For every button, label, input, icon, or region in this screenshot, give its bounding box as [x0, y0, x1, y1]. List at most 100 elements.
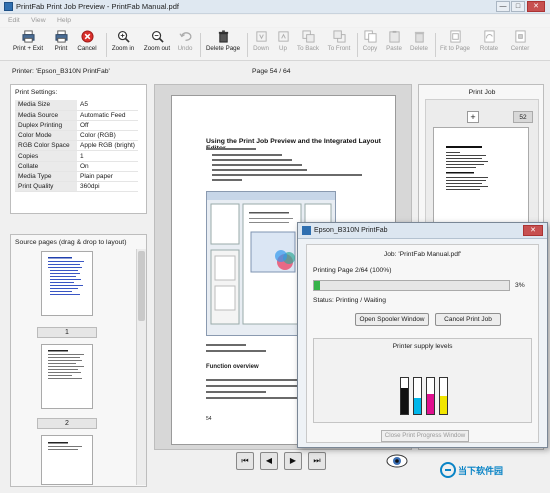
app-icon	[4, 2, 13, 11]
menu-help[interactable]: Help	[57, 17, 71, 24]
source-pages-panel: Source pages (drag & drop to layout) 1 2	[10, 234, 147, 487]
print-job-header: Print Job	[468, 89, 496, 96]
cancel-icon	[80, 30, 94, 43]
source-page-thumbnail[interactable]	[41, 251, 93, 316]
page-thumbnail-image	[48, 442, 82, 450]
center-icon	[514, 30, 526, 43]
delete-button[interactable]: Delete	[407, 30, 431, 59]
ink-level-fill	[440, 396, 447, 414]
printer-icon	[54, 30, 68, 43]
undo-button[interactable]: Undo	[174, 30, 196, 59]
add-page-button[interactable]: +	[467, 111, 479, 123]
ink-black	[400, 377, 409, 415]
page-number: 54	[206, 416, 212, 422]
cancel-print-job-button[interactable]: Cancel Print Job	[435, 313, 501, 326]
move-up-icon	[277, 31, 289, 42]
source-page-number: 1	[37, 327, 97, 338]
close-progress-window-button[interactable]: Close Print Progress Window	[381, 430, 469, 442]
printer-supply-box: Printer supply levels	[313, 338, 532, 423]
table-row: Media Source Automatic Feed	[15, 110, 138, 121]
maximize-button[interactable]: □	[511, 1, 525, 12]
job-name: Job: 'PrintFab Manual.pdf'	[383, 251, 462, 258]
open-spooler-button[interactable]: Open Spooler Window	[355, 313, 429, 326]
eye-icon[interactable]	[386, 452, 408, 470]
dialog-close-button[interactable]: ✕	[523, 225, 543, 236]
printing-status: Printing Page 2/64 (100%)	[313, 267, 392, 274]
previous-icon: ◀	[265, 456, 273, 465]
next-icon: ▶	[289, 456, 297, 465]
print-progress-dialog: Epson_B310N PrintFab ✕ Job: 'PrintFab Ma…	[297, 222, 548, 448]
minimize-button[interactable]: —	[496, 1, 510, 12]
progress-fill	[314, 281, 320, 290]
rotate-button[interactable]: Rotate	[476, 30, 502, 59]
to-front-button[interactable]: To Front	[324, 30, 354, 59]
ink-level-fill	[427, 394, 434, 414]
job-page-badge: 52	[513, 111, 533, 123]
toolbar: Print + Exit Print Cancel Zoom in Zoom o…	[0, 28, 550, 61]
menu-bar: Edit View Help	[0, 15, 550, 27]
zoom-out-button[interactable]: Zoom out	[142, 30, 172, 59]
page-thumbnail-image	[446, 146, 488, 190]
watermark-logo: 当下软件园	[440, 450, 546, 490]
print-button[interactable]: Print	[50, 30, 72, 59]
delete-page-button[interactable]: Delete Page	[203, 30, 243, 59]
watermark-icon	[440, 462, 456, 478]
window-title: PrintFab Print Job Preview - PrintFab Ma…	[16, 2, 179, 11]
down-button[interactable]: Down	[250, 30, 272, 59]
table-row: RGB Color Space Apple RGB (bright)	[15, 140, 138, 152]
source-page-number: 2	[37, 418, 97, 429]
printer-icon	[21, 30, 35, 43]
section-heading: Function overview	[206, 364, 259, 370]
print-settings-panel: Print Settings: Media Size A5 Media Sourc…	[10, 84, 147, 214]
supply-header: Printer supply levels	[392, 343, 453, 350]
zoom-in-icon	[117, 30, 130, 43]
dialog-title: Epson_B310N PrintFab	[314, 227, 388, 234]
table-row: Color Mode Color (RGB)	[15, 130, 138, 142]
print-settings-table: Media Size A5 Media Source Automatic Feed …	[15, 100, 138, 193]
next-page-button[interactable]: ▶	[284, 452, 302, 470]
printer-label: Printer: 'Epson_B310N PrintFab'	[12, 68, 110, 75]
ink-yellow	[439, 377, 448, 415]
ink-level-fill	[401, 388, 408, 414]
rotate-icon	[483, 30, 495, 43]
fit-to-page-button[interactable]: Fit to Page	[438, 30, 472, 59]
menu-edit[interactable]: Edit	[8, 17, 20, 24]
page-thumbnail-image	[48, 257, 84, 295]
print-exit-button[interactable]: Print + Exit	[10, 30, 46, 59]
source-page-thumbnail[interactable]	[41, 344, 93, 409]
table-row: Media Size A5	[15, 100, 138, 111]
zoom-out-icon	[151, 30, 164, 43]
close-window-button[interactable]: ✕	[527, 1, 545, 12]
zoom-in-button[interactable]: Zoom in	[110, 30, 136, 59]
last-page-button[interactable]: ⏭	[308, 452, 326, 470]
first-page-button[interactable]: ⏮	[236, 452, 254, 470]
first-page-icon: ⏮	[241, 456, 249, 465]
table-row: Copies 1	[15, 150, 138, 162]
job-status: Status: Printing / Waiting	[313, 297, 386, 304]
bring-to-front-icon	[332, 30, 346, 43]
cancel-button[interactable]: Cancel	[75, 30, 99, 59]
paste-button[interactable]: Paste	[383, 30, 405, 59]
dialog-title-bar: Epson_B310N PrintFab ✕	[298, 223, 547, 239]
move-down-icon	[255, 31, 267, 42]
table-row: Print Quality 360dpi	[15, 181, 138, 193]
center-button[interactable]: Center	[506, 30, 534, 59]
send-to-back-icon	[301, 30, 315, 43]
app-icon	[302, 226, 311, 235]
menu-view[interactable]: View	[31, 17, 46, 24]
up-button[interactable]: Up	[274, 30, 292, 59]
copy-button[interactable]: Copy	[359, 30, 381, 59]
previous-page-button[interactable]: ◀	[260, 452, 278, 470]
to-back-button[interactable]: To Back	[294, 30, 322, 59]
progress-bar	[313, 280, 510, 291]
last-page-icon: ⏭	[313, 456, 321, 465]
watermark-text: 当下软件园	[458, 466, 504, 476]
source-page-thumbnail[interactable]	[41, 435, 93, 485]
ink-level-fill	[414, 397, 421, 414]
title-bar: PrintFab Print Job Preview - PrintFab Ma…	[0, 0, 550, 14]
source-scrollbar[interactable]	[136, 249, 146, 485]
scroll-thumb[interactable]	[138, 251, 145, 321]
job-page-thumbnail[interactable]	[433, 127, 529, 232]
fit-to-page-icon	[449, 30, 461, 43]
print-settings-header: Print Settings:	[15, 89, 58, 96]
